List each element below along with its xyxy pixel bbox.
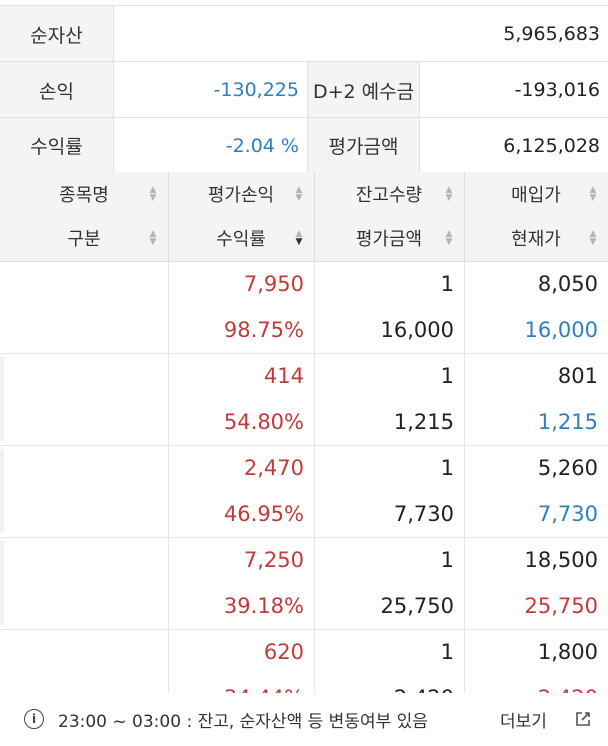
current-price-cell: 25,750 <box>524 594 598 618</box>
eval-pnl-cell: 7,250 <box>243 548 304 572</box>
buy-price-cell: 801 <box>557 364 598 388</box>
summary-row-return: 수익률 -2.04 % 평가금액 6,125,028 <box>0 117 608 174</box>
stock-name-cell[interactable] <box>0 537 168 629</box>
col-header-label: 잔고수량 <box>355 185 423 206</box>
table-row[interactable]: 414 54.80% 1 1,215 801 1,215 <box>0 353 608 446</box>
eval-amount-label: 평가금액 <box>307 118 419 173</box>
quantity-cell: 1 <box>440 272 454 296</box>
col-header-quantity[interactable]: 잔고수량 ▲ ▼ <box>314 172 464 216</box>
col-header-label: 평가금액 <box>355 229 423 250</box>
column-divider <box>464 172 465 261</box>
holdings-table-header: 종목명 ▲ ▼ 구분 ▲ ▼ 평가손익 ▲ ▼ 수익률 ▲ ▼ 잔고수량 ▲ ▼ 평가금액… <box>0 172 608 262</box>
col-header-label: 매입가 <box>511 185 561 206</box>
return-rate-cell: 39.18% <box>223 594 304 618</box>
return-rate-cell: 34.44% <box>168 675 314 693</box>
eval-pnl-cell: 414 <box>263 364 304 388</box>
sort-icon: ▲ ▼ <box>149 185 157 203</box>
stock-name-cell[interactable] <box>0 261 168 353</box>
col-header-label: 구분 <box>67 229 101 250</box>
eval-amount-cell: 7,730 <box>393 502 454 526</box>
eval-amount-cell: 25,750 <box>380 594 454 618</box>
table-row[interactable]: 7,950 98.75% 1 16,000 8,050 16,000 <box>0 261 608 354</box>
buy-price-cell: 1,800 <box>537 640 598 664</box>
return-rate-cell: 54.80% <box>223 410 304 434</box>
external-link-icon[interactable] <box>574 710 592 728</box>
eval-amount-cell: 16,000 <box>380 318 454 342</box>
update-notice: 23:00 ~ 03:00 : 잔고, 순자산액 등 변동여부 있음 <box>58 712 428 732</box>
return-rate-cell: 46.95% <box>223 502 304 526</box>
current-price-cell: 1,215 <box>537 410 598 434</box>
col-header-return-rate[interactable]: 수익률 ▲ ▼ <box>168 216 314 260</box>
col-header-label: 평가손익 <box>207 185 275 206</box>
sort-icon: ▲ ▼ <box>149 229 157 247</box>
quantity-cell: 1 <box>440 640 454 664</box>
stock-name-cell[interactable] <box>0 445 168 537</box>
return-rate-cell: 98.75% <box>223 318 304 342</box>
col-header-stock-name[interactable]: 종목명 ▲ ▼ <box>0 172 168 216</box>
eval-pnl-cell: 7,950 <box>243 272 304 296</box>
eval-pnl-cell: 620 <box>263 640 304 664</box>
eval-pnl-cell: 2,470 <box>243 456 304 480</box>
quantity-cell: 1 <box>440 456 454 480</box>
return-label: 수익률 <box>0 118 113 173</box>
holdings-table-body: 7,950 98.75% 1 16,000 8,050 16,000 414 54.80% 1 1… <box>0 261 608 693</box>
net-asset-value: 5,965,683 <box>113 6 608 62</box>
table-row[interactable]: 7,250 39.18% 1 25,750 18,500 25,750 <box>0 537 608 630</box>
summary-row-net-asset: 순자산 5,965,683 <box>0 5 608 62</box>
row-marker <box>0 357 4 441</box>
table-row[interactable]: 2,470 46.95% 1 7,730 5,260 7,730 <box>0 445 608 538</box>
quantity-cell: 1 <box>440 364 454 388</box>
current-price-cell: 16,000 <box>524 318 598 342</box>
eval-amount-cell: 1,215 <box>393 410 454 434</box>
col-header-current-price[interactable]: 현재가 ▲ ▼ <box>464 216 608 260</box>
info-icon: i <box>24 709 44 729</box>
current-price-cell: 2,420 <box>464 675 608 693</box>
pnl-label: 손익 <box>0 62 113 118</box>
col-header-eval-amount[interactable]: 평가금액 ▲ ▼ <box>314 216 464 260</box>
buy-price-cell: 5,260 <box>537 456 598 480</box>
stock-name-cell[interactable] <box>0 353 168 445</box>
footer-bar: i 23:00 ~ 03:00 : 잔고, 순자산액 등 변동여부 있음 더보기 <box>0 693 608 746</box>
col-header-buy-price[interactable]: 매입가 ▲ ▼ <box>464 172 608 216</box>
column-divider <box>314 172 315 261</box>
col-header-label: 종목명 <box>59 185 109 206</box>
sort-icon: ▲ ▼ <box>445 229 453 247</box>
row-marker <box>0 541 4 625</box>
quantity-cell: 1 <box>440 548 454 572</box>
summary-row-pnl: 손익 -130,225 D+2 예수금 -193,016 <box>0 61 608 118</box>
d2-deposit-label: D+2 예수금 <box>307 62 419 118</box>
buy-price-cell: 8,050 <box>537 272 598 296</box>
d2-deposit-value: -193,016 <box>419 62 608 118</box>
stock-name-cell[interactable] <box>0 629 168 693</box>
net-asset-label: 순자산 <box>0 6 113 62</box>
current-price-cell: 7,730 <box>537 502 598 526</box>
col-header-category[interactable]: 구분 ▲ ▼ <box>0 216 168 260</box>
sort-desc-active-icon: ▲ ▼ <box>295 229 303 247</box>
pnl-value: -130,225 <box>113 62 307 118</box>
row-marker <box>0 449 4 533</box>
more-link[interactable]: 더보기 <box>500 707 547 732</box>
table-row[interactable]: 620 34.44% 1 2,420 1,800 2,420 <box>0 629 608 693</box>
sort-icon: ▲ ▼ <box>589 185 597 203</box>
col-header-eval-pnl[interactable]: 평가손익 ▲ ▼ <box>168 172 314 216</box>
sort-icon: ▲ ▼ <box>589 229 597 247</box>
column-divider <box>168 172 169 261</box>
sort-icon: ▲ ▼ <box>445 185 453 203</box>
eval-amount-cell: 2,420 <box>314 675 464 693</box>
eval-amount-value: 6,125,028 <box>419 118 608 173</box>
account-summary: 순자산 5,965,683 손익 -130,225 D+2 예수금 -193,0… <box>0 0 608 174</box>
col-header-label: 현재가 <box>511 229 561 250</box>
buy-price-cell: 18,500 <box>524 548 598 572</box>
sort-icon: ▲ ▼ <box>295 185 303 203</box>
return-value: -2.04 % <box>113 118 307 173</box>
col-header-label: 수익률 <box>216 229 266 250</box>
